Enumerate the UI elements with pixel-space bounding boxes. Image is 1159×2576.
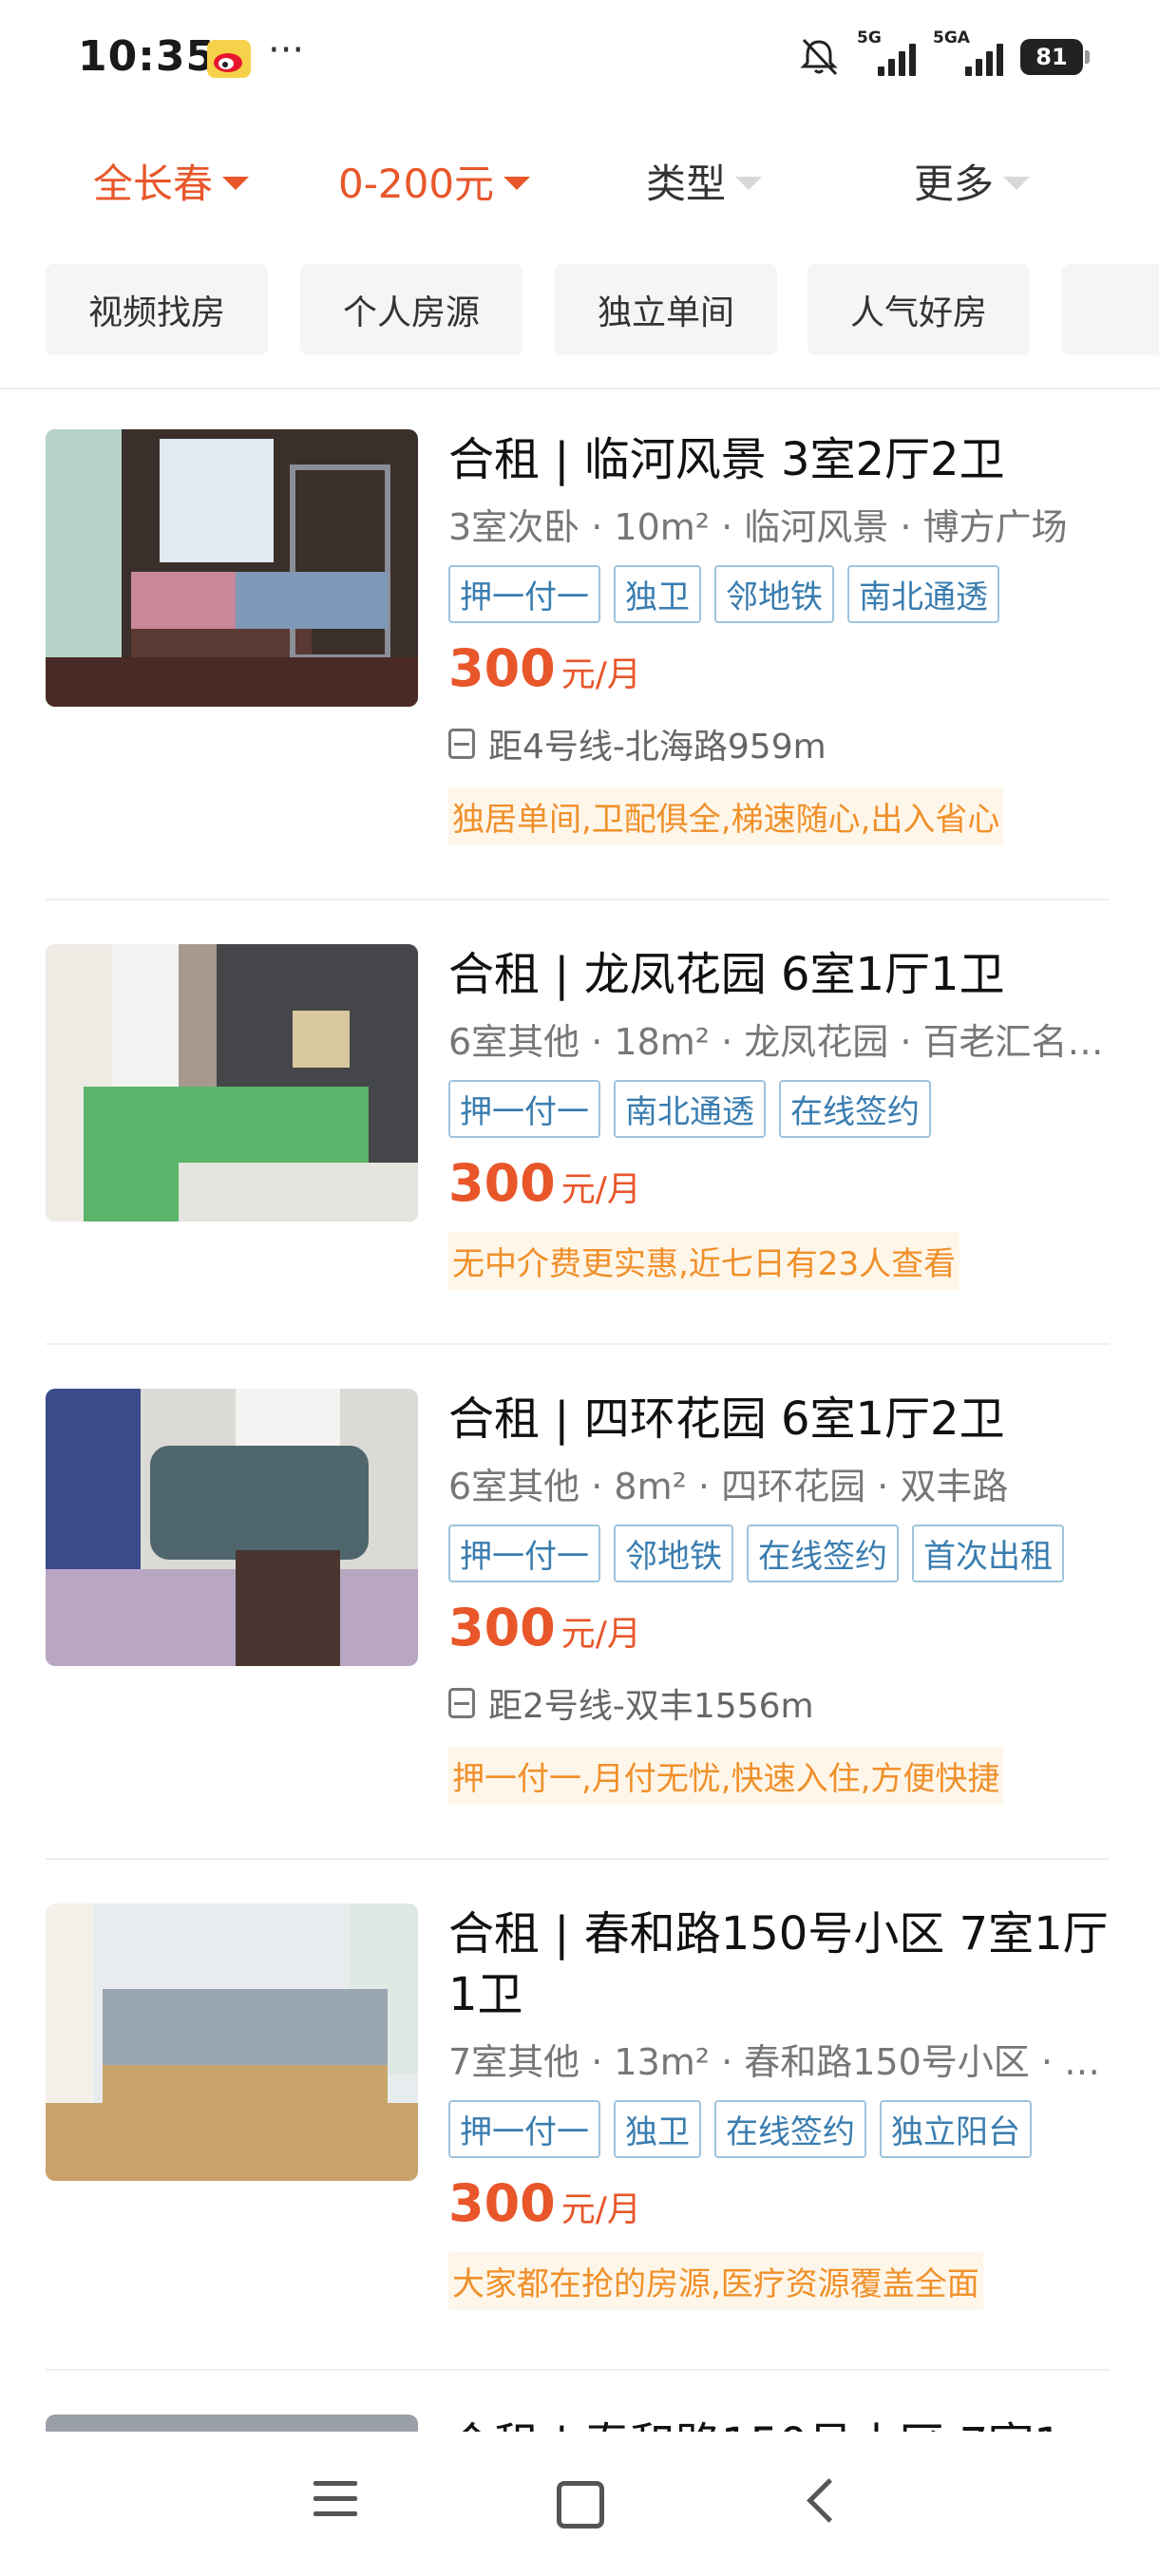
divider (46, 1343, 1110, 1345)
listing-tag: 独立阳台 (880, 2100, 1032, 2158)
listing-title: 合租 | 春和路150号小区 7室1厅1卫 (448, 1907, 1109, 2021)
listing-tag: 邻地铁 (714, 565, 834, 623)
back-icon[interactable] (807, 2478, 851, 2523)
listing-meta: 3室次卧 · 10m² · 临河风景 · 博方广场 (448, 506, 1068, 548)
filter-city[interactable]: 全长春 (93, 152, 250, 210)
listing-promo: 独居单间,卫配俱全,梯速随心,出入省心 (448, 787, 1004, 845)
listing-promo: 大家都在抢的房源,医疗资源覆盖全面 (448, 2252, 983, 2310)
listing-price: 300 元/月 (448, 1598, 1113, 1657)
listing-tag: 在线签约 (779, 1080, 931, 1138)
listing-card[interactable]: 合租 | 春和路150号小区 7室1 (46, 2415, 1110, 2434)
listing-tag: 南北通透 (847, 565, 999, 623)
price-value: 300 (448, 1598, 556, 1657)
listing-tag: 押一付一 (448, 1525, 600, 1582)
listing-photo[interactable] (46, 429, 418, 707)
listing-subway: 距2号线-双丰1556m (448, 1678, 1113, 1728)
more-notifications-icon: ··· (268, 28, 305, 72)
chip-overflow[interactable] (1062, 264, 1159, 355)
listing-photo[interactable] (46, 944, 418, 1222)
price-unit: 元/月 (560, 655, 641, 694)
filter-more-label: 更多 (914, 161, 995, 207)
caret-down-icon (222, 176, 250, 190)
weibo-icon (207, 40, 251, 78)
system-nav-bar (0, 2432, 1159, 2576)
listing-title: 合租 | 临河风景 3室2厅2卫 (448, 433, 1005, 486)
listing-tag: 押一付一 (448, 1080, 600, 1138)
listing-tags: 押一付一 邻地铁 在线签约 首次出租 (448, 1525, 1113, 1582)
listing-tags: 押一付一 南北通透 在线签约 (448, 1080, 1113, 1138)
listing-title: 合租 | 四环花园 6室1厅2卫 (448, 1392, 1005, 1446)
listing-title: 合租 | 龙凤花园 6室1厅1卫 (448, 948, 1005, 1001)
menu-icon[interactable] (314, 2481, 357, 2527)
listing-price: 300 元/月 (448, 1153, 1113, 1213)
divider (46, 899, 1110, 900)
listing-meta: 7室其他 · 13m² · 春和路150号小区 · … (448, 2041, 1101, 2083)
filter-price[interactable]: 0-200元 (338, 152, 531, 210)
chip-single-room[interactable]: 独立单间 (555, 264, 777, 355)
battery-icon: 81 (1020, 39, 1090, 75)
price-unit: 元/月 (560, 1615, 641, 1654)
battery-level: 81 (1036, 44, 1068, 70)
listing-tag: 在线签约 (747, 1525, 899, 1582)
listing-tag: 在线签约 (714, 2100, 866, 2158)
listing-meta: 6室其他 · 8m² · 四环花园 · 双丰路 (448, 1466, 1009, 1507)
subway-text: 距2号线-双丰1556m (488, 1687, 814, 1726)
home-icon[interactable] (557, 2481, 604, 2529)
status-bar: 10:35 ··· 5G 5GA 81 (0, 0, 1159, 114)
price-value: 300 (448, 638, 556, 698)
listing-card[interactable]: 合租 | 四环花园 6室1厅2卫 6室其他 · 8m² · 四环花园 · 双丰路… (46, 1389, 1110, 1807)
quick-filter-chips: 视频找房 个人房源 独立单间 人气好房 (0, 256, 1159, 361)
listing-title: 合租 | 春和路150号小区 7室1 (448, 2415, 1110, 2434)
chip-popular[interactable]: 人气好房 (808, 264, 1030, 355)
listing-tag: 南北通透 (614, 1080, 766, 1138)
listing-card[interactable]: 合租 | 龙凤花园 6室1厅1卫 6室其他 · 18m² · 龙凤花园 · 百老… (46, 944, 1110, 1305)
filter-more[interactable]: 更多 (914, 152, 1031, 210)
listing-promo: 无中介费更实惠,近七日有23人查看 (448, 1232, 960, 1290)
filter-type-label: 类型 (646, 161, 727, 207)
listing-price: 300 元/月 (448, 2173, 1113, 2233)
price-value: 300 (448, 2173, 556, 2233)
listing-tag: 邻地铁 (614, 1525, 733, 1582)
subway-icon (448, 729, 475, 759)
mute-icon (800, 38, 838, 76)
listing-tag: 押一付一 (448, 2100, 600, 2158)
listing-tag: 独卫 (614, 2100, 701, 2158)
caret-down-icon (504, 176, 531, 190)
listing-photo[interactable] (46, 2415, 418, 2434)
price-value: 300 (448, 1153, 556, 1213)
subway-icon (448, 1688, 475, 1718)
listing-subway: 距4号线-北海路959m (448, 719, 1113, 768)
filter-bar: 全长春 0-200元 类型 更多 (0, 133, 1159, 218)
caret-down-icon (1003, 176, 1031, 190)
listing-card[interactable]: 合租 | 临河风景 3室2厅2卫 3室次卧 · 10m² · 临河风景 · 博方… (46, 429, 1110, 847)
signal-5ga-icon: 5GA (933, 28, 1003, 80)
filter-city-label: 全长春 (93, 161, 214, 207)
subway-text: 距4号线-北海路959m (488, 728, 826, 767)
listing-tags: 押一付一 独卫 在线签约 独立阳台 (448, 2100, 1113, 2158)
status-time: 10:35 (78, 32, 217, 81)
chip-personal[interactable]: 个人房源 (300, 264, 522, 355)
listing-tag: 押一付一 (448, 565, 600, 623)
listing-tag: 首次出租 (912, 1525, 1064, 1582)
divider (46, 1858, 1110, 1860)
filter-price-label: 0-200元 (338, 161, 495, 207)
signal-5g-icon: 5G (857, 28, 916, 80)
divider (0, 388, 1159, 389)
listing-card[interactable]: 合租 | 春和路150号小区 7室1厅1卫 7室其他 · 13m² · 春和路1… (46, 1904, 1110, 2321)
chip-video[interactable]: 视频找房 (46, 264, 268, 355)
price-unit: 元/月 (560, 1170, 641, 1209)
listing-photo[interactable] (46, 1389, 418, 1666)
caret-down-icon (735, 176, 763, 190)
listing-tags: 押一付一 独卫 邻地铁 南北通透 (448, 565, 1113, 623)
divider (46, 2369, 1110, 2371)
listing-price: 300 元/月 (448, 638, 1113, 698)
price-unit: 元/月 (560, 2190, 641, 2229)
listing-meta: 6室其他 · 18m² · 龙凤花园 · 百老汇名… (448, 1021, 1104, 1063)
listing-promo: 押一付一,月付无忧,快速入住,方便快捷 (448, 1747, 1004, 1805)
filter-type[interactable]: 类型 (646, 152, 763, 210)
listing-photo[interactable] (46, 1904, 418, 2181)
listing-tag: 独卫 (614, 565, 701, 623)
